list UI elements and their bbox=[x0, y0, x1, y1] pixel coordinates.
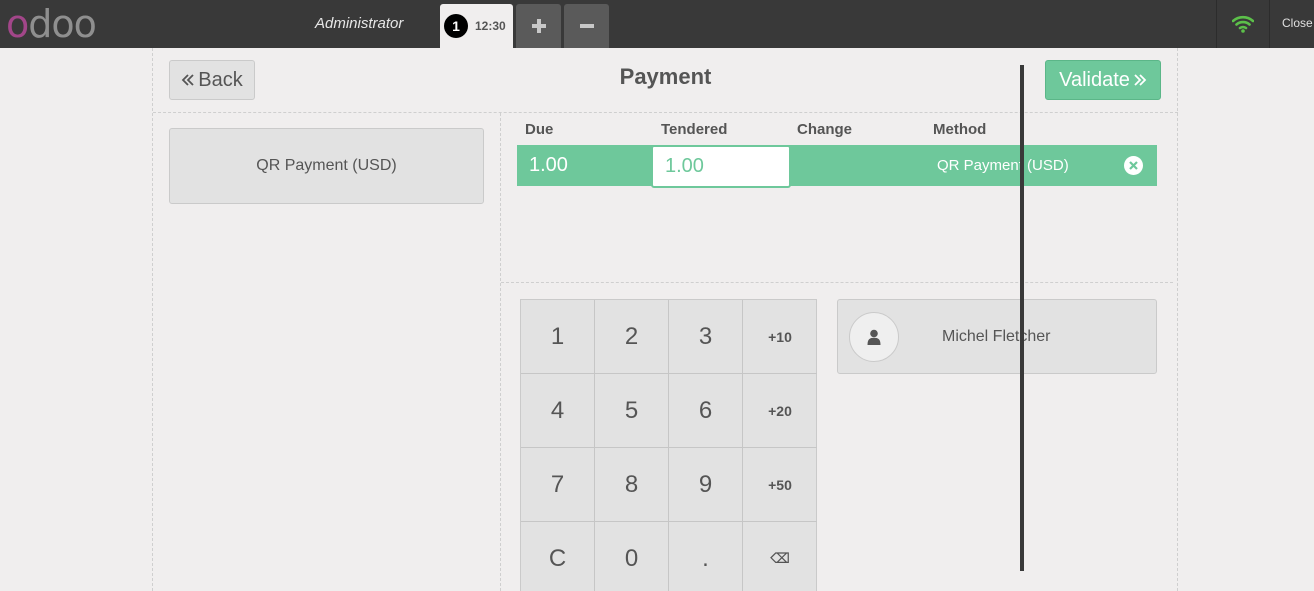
numpad-key-0[interactable]: 0 bbox=[595, 522, 669, 591]
logo-letter: o bbox=[73, 2, 97, 46]
close-button[interactable]: Close bbox=[1282, 16, 1313, 30]
page-title: Payment bbox=[619, 64, 712, 89]
numpad-key-9[interactable]: 9 bbox=[669, 448, 743, 522]
numpad-key-clear[interactable]: C bbox=[521, 522, 595, 591]
paymentlines: Due Tendered Change Method 1.00 1.00 QR … bbox=[501, 113, 1173, 283]
user-icon bbox=[867, 329, 881, 345]
paymentlines-scrollbar[interactable] bbox=[1020, 65, 1024, 571]
payment-screen: Back Payment Validate QR Payment (USD) D… bbox=[152, 48, 1178, 591]
numpad-key-7[interactable]: 7 bbox=[521, 448, 595, 522]
column-header-tendered: Tendered bbox=[661, 121, 728, 138]
numpad-key-8[interactable]: 8 bbox=[595, 448, 669, 522]
validate-button[interactable]: Validate bbox=[1045, 60, 1161, 100]
order-tab[interactable]: 1 12:30 bbox=[440, 4, 513, 48]
set-customer-button[interactable]: Michel Fletcher bbox=[837, 299, 1157, 374]
close-icon bbox=[1129, 161, 1138, 170]
paymentline-row[interactable]: 1.00 1.00 QR Payment (USD) bbox=[517, 145, 1157, 188]
payment-methods-panel: QR Payment (USD) bbox=[153, 113, 501, 591]
numpad-key-6[interactable]: 6 bbox=[669, 374, 743, 448]
wifi-icon bbox=[1232, 15, 1254, 33]
connection-status[interactable] bbox=[1216, 0, 1270, 48]
customer-avatar bbox=[849, 312, 899, 362]
odoo-logo: o d o o bbox=[6, 2, 97, 46]
numpad-key-plus20[interactable]: +20 bbox=[743, 374, 817, 448]
logo-letter: o bbox=[51, 2, 74, 46]
customer-name: Michel Fletcher bbox=[942, 328, 1051, 345]
plus-icon bbox=[531, 19, 546, 33]
column-header-due: Due bbox=[525, 121, 554, 138]
numpad-key-1[interactable]: 1 bbox=[521, 300, 595, 374]
column-header-method: Method bbox=[933, 121, 987, 138]
paymentline-method: QR Payment (USD) bbox=[937, 157, 1069, 174]
double-chevron-right-icon bbox=[1134, 74, 1147, 86]
payment-method-qr-usd[interactable]: QR Payment (USD) bbox=[169, 128, 484, 204]
numpad-key-backspace[interactable]: ⌫ bbox=[743, 522, 817, 591]
numpad-key-5[interactable]: 5 bbox=[595, 374, 669, 448]
minus-icon bbox=[579, 24, 594, 28]
payment-right-panel: Due Tendered Change Method 1.00 1.00 QR … bbox=[501, 113, 1178, 591]
payment-header: Back Payment Validate bbox=[153, 48, 1178, 113]
order-number-badge: 1 bbox=[444, 14, 468, 38]
logo-letter: d bbox=[28, 2, 52, 46]
numpad-key-3[interactable]: 3 bbox=[669, 300, 743, 374]
order-time: 12:30 bbox=[475, 19, 506, 33]
paymentline-tendered-input[interactable]: 1.00 bbox=[651, 145, 791, 188]
logo-letter: o bbox=[6, 2, 29, 46]
numpad-key-4[interactable]: 4 bbox=[521, 374, 595, 448]
column-header-change: Change bbox=[797, 121, 853, 138]
add-order-button[interactable] bbox=[516, 4, 561, 48]
delete-paymentline-button[interactable] bbox=[1124, 156, 1143, 175]
user-name[interactable]: Administrator bbox=[315, 15, 403, 32]
paymentline-due: 1.00 bbox=[529, 154, 568, 176]
numpad-key-plus50[interactable]: +50 bbox=[743, 448, 817, 522]
validate-label: Validate bbox=[1059, 68, 1130, 91]
numpad-key-decimal[interactable]: . bbox=[669, 522, 743, 591]
numpad: 1 2 3 +10 4 5 6 +20 7 8 9 +50 C 0 . ⌫ bbox=[520, 299, 817, 591]
remove-order-button[interactable] bbox=[564, 4, 609, 48]
numpad-key-plus10[interactable]: +10 bbox=[743, 300, 817, 374]
numpad-key-2[interactable]: 2 bbox=[595, 300, 669, 374]
topbar: o d o o Administrator 1 12:30 Close bbox=[0, 0, 1314, 48]
